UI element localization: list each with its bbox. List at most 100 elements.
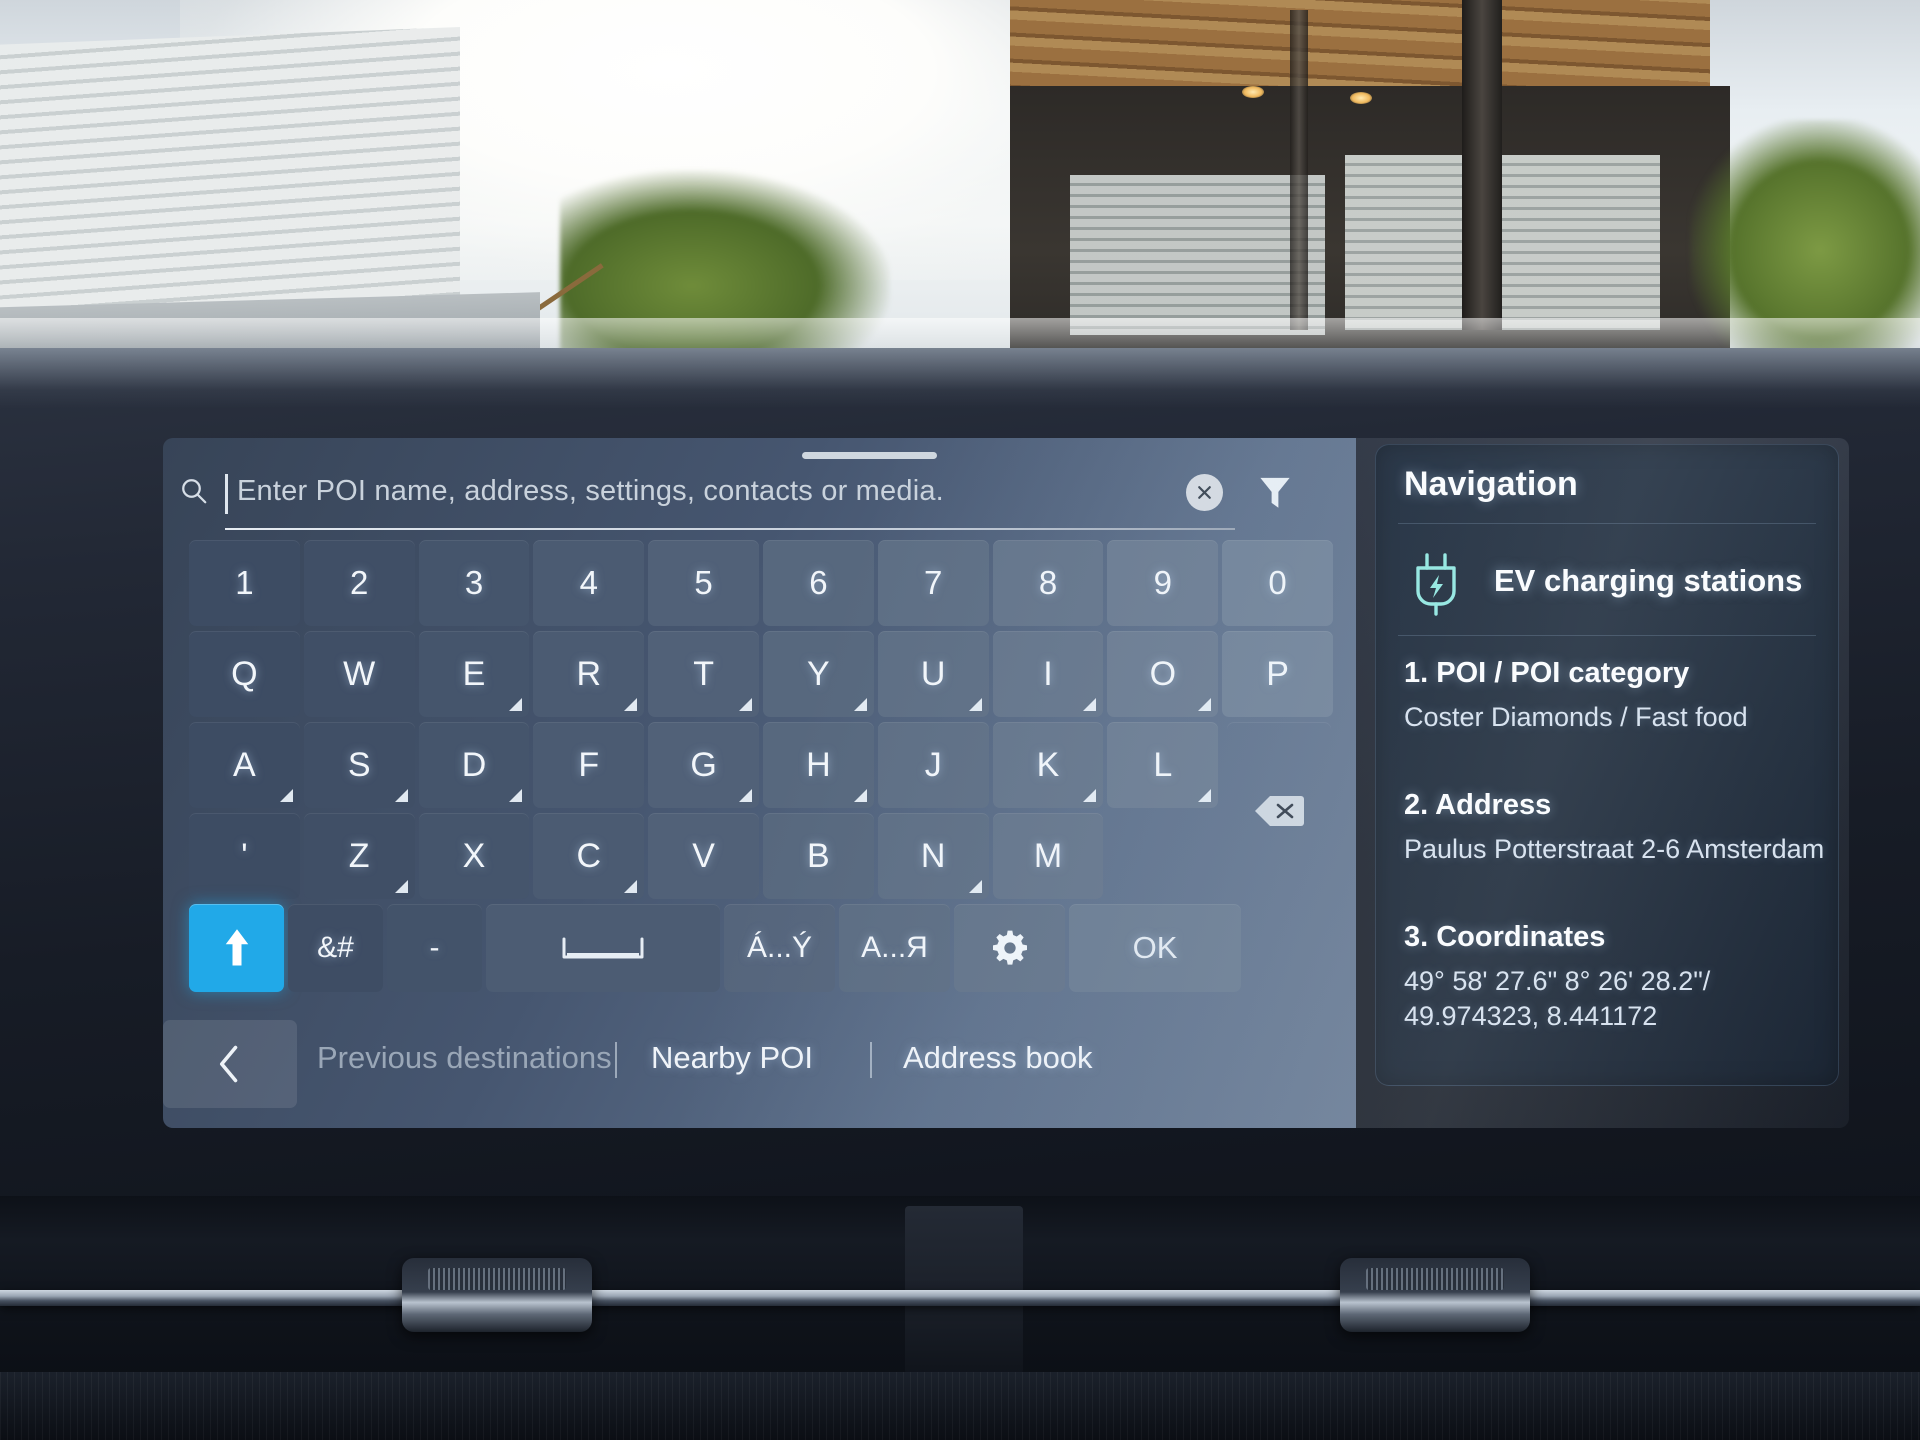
key-label: 6 [809, 564, 828, 601]
address-heading: 2. Address [1404, 789, 1552, 821]
search-bar[interactable]: Enter POI name, address, settings, conta… [163, 452, 1356, 534]
windshield-view [0, 0, 1920, 372]
hyphen-key[interactable]: - [387, 904, 482, 992]
ok-key[interactable]: OK [1069, 904, 1241, 992]
keyboard-bottom-nav: Previous destinations Nearby POI Address b… [163, 1020, 1356, 1128]
key-u[interactable]: U [877, 631, 989, 717]
cyrillic-key-label: А...Я [861, 931, 928, 964]
key-label: E [462, 654, 486, 693]
address-field[interactable]: 2. Address Paulus Potterstraat 2-6 Amste… [1404, 789, 1824, 865]
key-label: 5 [694, 564, 713, 601]
accent-indicator-icon [1083, 789, 1097, 802]
key-7[interactable]: 7 [877, 540, 989, 626]
key-h[interactable]: H [763, 722, 874, 808]
key-label: X [462, 836, 486, 875]
key-b[interactable]: B [763, 813, 874, 899]
key-v[interactable]: V [648, 813, 759, 899]
nav-separator [615, 1042, 617, 1078]
key-6[interactable]: 6 [763, 540, 874, 626]
text-caret [225, 474, 228, 514]
key-2[interactable]: 2 [303, 540, 415, 626]
key-label: W [343, 654, 376, 693]
accent-indicator-icon [509, 698, 523, 711]
ceiling-lamp [1350, 92, 1372, 104]
building-window-right [1345, 155, 1660, 330]
bezel-top-sheen [0, 348, 1920, 408]
key-4[interactable]: 4 [533, 540, 645, 626]
nav-link-nearby-poi[interactable]: Nearby POI [651, 1040, 813, 1076]
shift-key[interactable] [189, 904, 284, 992]
key-1[interactable]: 1 [189, 540, 300, 626]
key-k[interactable]: K [992, 722, 1104, 808]
key-f[interactable]: F [533, 722, 645, 808]
key-0[interactable]: 0 [1222, 540, 1333, 626]
key-z[interactable]: Z [303, 813, 415, 899]
filter-button[interactable] [1255, 472, 1295, 514]
key-y[interactable]: Y [763, 631, 874, 717]
keyboard-settings-key[interactable] [954, 904, 1065, 992]
accent-indicator-icon [394, 880, 408, 893]
key-d[interactable]: D [418, 722, 530, 808]
key-label: T [693, 654, 714, 693]
key-3[interactable]: 3 [418, 540, 530, 626]
cyrillic-key[interactable]: А...Я [839, 904, 950, 992]
key-label: A [233, 745, 256, 784]
key-label: 8 [1038, 564, 1058, 601]
keyboard-row-home: A S D F G HJKL [189, 722, 1331, 808]
hyphen-key-label: - [429, 931, 440, 964]
accent-indicator-icon [738, 698, 752, 711]
key-label: G [690, 745, 717, 784]
key-c[interactable]: C [533, 813, 645, 899]
keyboard-row-numbers: 1 2 3 4 5 6 7 8 9 0 [189, 540, 1333, 626]
vent-knob-right[interactable] [1340, 1258, 1530, 1332]
panel-drag-handle[interactable] [802, 452, 937, 459]
vent-knob-left[interactable] [402, 1258, 592, 1332]
key-o[interactable]: O [1107, 631, 1219, 717]
key-8[interactable]: 8 [992, 540, 1104, 626]
latin-accents-key[interactable]: Á...Ý [724, 904, 835, 992]
key-m[interactable]: M [992, 813, 1104, 899]
back-button[interactable] [163, 1020, 297, 1108]
backspace-key[interactable] [1227, 722, 1331, 899]
nav-link-address-book[interactable]: Address book [903, 1040, 1093, 1076]
clear-search-button[interactable] [1186, 474, 1223, 511]
symbols-key[interactable]: &# [288, 904, 383, 992]
key-label: F [578, 745, 600, 784]
poi-category-value: Coster Diamonds / Fast food [1404, 702, 1748, 732]
key-i[interactable]: I [992, 631, 1104, 717]
ev-charging-stations-row[interactable]: EV charging stations [1376, 537, 1838, 633]
space-key[interactable] [486, 904, 720, 992]
key-w[interactable]: W [303, 631, 415, 717]
poi-category-heading: 1. POI / POI category [1404, 657, 1690, 689]
key-e[interactable]: E [418, 631, 530, 717]
ev-plug-icon [1406, 551, 1468, 617]
key-label: Q [231, 654, 258, 693]
building-pillar-secondary [1290, 10, 1308, 330]
accent-indicator-icon [624, 880, 638, 893]
key-l[interactable]: L [1107, 722, 1219, 808]
key-apostrophe[interactable]: ' [189, 813, 300, 899]
key-label: D [461, 745, 487, 784]
on-screen-keyboard[interactable]: 1 2 3 4 5 6 7 8 9 0 Q W E R T Y U I O P A S D F G H J K L ' Z X C V B N M… [189, 540, 1333, 1006]
key-label: V [692, 836, 715, 875]
key-a[interactable]: A [189, 722, 300, 808]
key-g[interactable]: G [648, 722, 759, 808]
key-j[interactable]: J [877, 722, 989, 808]
key-r[interactable]: R [533, 631, 645, 717]
building-facade-left [0, 26, 460, 318]
key-x[interactable]: X [418, 813, 530, 899]
key-n[interactable]: N [877, 813, 989, 899]
key-9[interactable]: 9 [1107, 540, 1219, 626]
latin-accents-key-label: Á...Ý [746, 931, 813, 964]
poi-category-field[interactable]: 1. POI / POI category Coster Diamonds / … [1404, 657, 1748, 733]
search-input[interactable]: Enter POI name, address, settings, conta… [225, 466, 1235, 530]
key-s[interactable]: S [303, 722, 415, 808]
symbols-key-label: &# [317, 931, 354, 964]
coordinates-field[interactable]: 3. Coordinates 49° 58' 27.6" 8° 26' 28.2… [1404, 921, 1710, 1032]
key-t[interactable]: T [648, 631, 759, 717]
key-p[interactable]: P [1222, 631, 1333, 717]
infotainment-photo: Enter POI name, address, settings, conta… [0, 0, 1920, 1440]
vent-chrome-bar [0, 1290, 1920, 1306]
key-5[interactable]: 5 [648, 540, 759, 626]
key-q[interactable]: Q [189, 631, 300, 717]
